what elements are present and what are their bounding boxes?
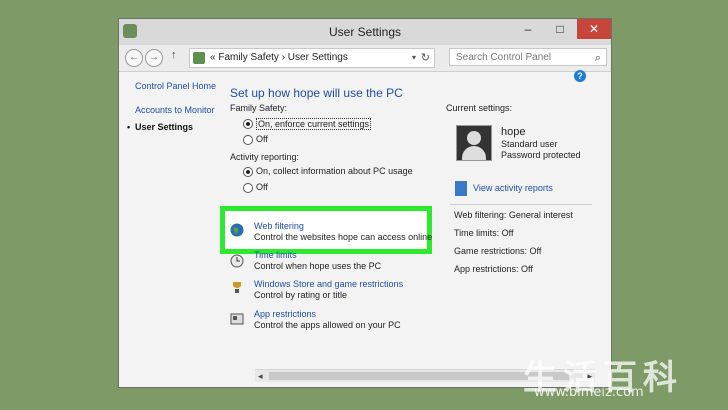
family-safety-on-label[interactable]: On, enforce current settings (256, 118, 372, 130)
sidebar-current-bullet: • (127, 122, 131, 132)
summary-app-restrictions: App restrictions: Off (454, 264, 533, 274)
activity-reporting-off-label[interactable]: Off (256, 182, 268, 192)
close-button[interactable]: ✕ (577, 19, 611, 39)
globe-icon (230, 223, 244, 237)
user-settings-window: User Settings – □ ✕ ← → ↑ « Family Safet… (118, 18, 612, 388)
back-button[interactable]: ← (125, 49, 143, 67)
avatar (456, 125, 492, 161)
minimize-button[interactable]: – (515, 19, 541, 39)
refresh-icon[interactable]: ↻ (421, 49, 430, 67)
scroll-left-icon[interactable]: ◂ (258, 370, 263, 382)
store-game-restrictions-link[interactable]: Windows Store and game restrictions (254, 279, 403, 289)
activity-reporting-label: Activity reporting: (230, 152, 300, 162)
activity-reporting-on-radio[interactable] (243, 167, 253, 177)
search-icon[interactable]: ⌕ (595, 49, 601, 67)
user-name: hope (501, 126, 526, 138)
summary-game-restrictions: Game restrictions: Off (454, 246, 542, 256)
clock-icon (230, 254, 244, 268)
maximize-button[interactable]: □ (547, 19, 573, 39)
family-safety-icon (193, 52, 205, 64)
search-input[interactable]: Search Control Panel ⌕ (449, 48, 607, 66)
family-safety-off-label[interactable]: Off (256, 134, 268, 144)
user-password-status: Password protected (501, 150, 581, 160)
forward-button[interactable]: → (145, 49, 163, 67)
time-limits-desc: Control when hope uses the PC (254, 261, 382, 271)
view-activity-reports-link[interactable]: View activity reports (473, 183, 553, 193)
family-safety-label: Family Safety: (230, 103, 288, 113)
family-safety-off-radio[interactable] (243, 135, 253, 145)
activity-reporting-on-label[interactable]: On, collect information about PC usage (256, 166, 413, 176)
time-limits-link[interactable]: Time limits (254, 250, 297, 260)
family-safety-on-radio[interactable] (243, 119, 253, 129)
user-type: Standard user (501, 139, 558, 149)
app-restrictions-desc: Control the apps allowed on your PC (254, 320, 401, 330)
address-toolbar: ← → ↑ « Family Safety › User Settings ▾ … (119, 45, 611, 72)
current-settings-label: Current settings: (446, 103, 513, 113)
title-bar: User Settings – □ ✕ (119, 19, 611, 45)
app-restrictions-link[interactable]: App restrictions (254, 309, 316, 319)
divider (450, 204, 592, 205)
watermark-url: www.bimeiz.com (534, 385, 644, 400)
summary-web-filtering: Web filtering: General interest (454, 210, 573, 220)
breadcrumb[interactable]: « Family Safety › User Settings (210, 49, 348, 67)
sidebar-item-control-panel-home[interactable]: Control Panel Home (135, 81, 216, 91)
sidebar-item-accounts-to-monitor[interactable]: Accounts to Monitor (135, 105, 215, 115)
search-placeholder: Search Control Panel (456, 52, 552, 63)
web-filtering-highlight (220, 206, 432, 254)
help-icon[interactable]: ? (574, 70, 586, 82)
page-title: Set up how hope will use the PC (230, 86, 403, 100)
report-icon (455, 181, 467, 196)
web-filtering-desc: Control the websites hope can access onl… (254, 232, 433, 242)
web-filtering-link[interactable]: Web filtering (254, 221, 304, 231)
summary-time-limits: Time limits: Off (454, 228, 514, 238)
activity-reporting-off-radio[interactable] (243, 183, 253, 193)
chevron-down-icon[interactable]: ▾ (412, 49, 416, 67)
up-button[interactable]: ↑ (171, 49, 177, 61)
sidebar-item-user-settings[interactable]: User Settings (135, 122, 193, 132)
store-game-restrictions-desc: Control by rating or title (254, 290, 348, 300)
address-bar[interactable]: « Family Safety › User Settings ▾ ↻ (189, 48, 435, 68)
app-icon (230, 313, 244, 325)
trophy-icon (233, 282, 241, 293)
